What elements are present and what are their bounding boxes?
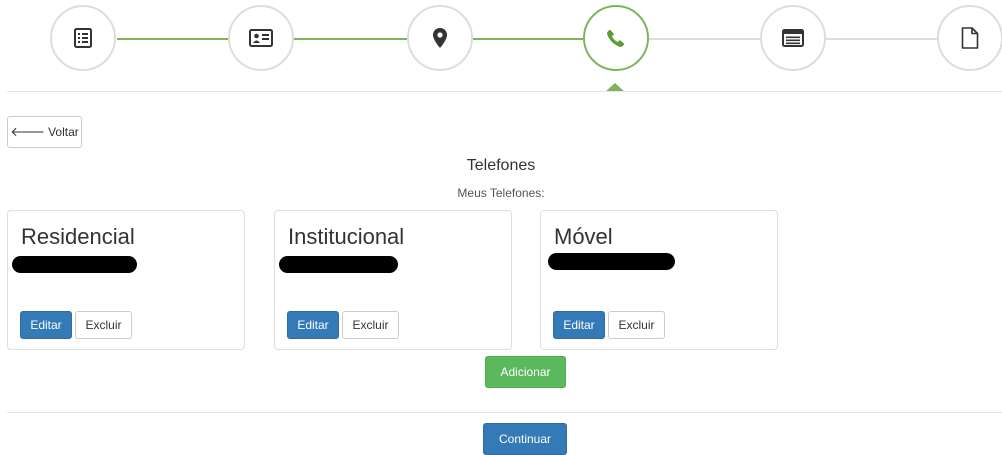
phone-card-movel: Móvel Editar Excluir [540, 210, 778, 350]
delete-button[interactable]: Excluir [342, 311, 399, 339]
phone-type: Institucional [288, 224, 405, 249]
divider [7, 412, 1002, 413]
continue-button[interactable]: Continuar [483, 423, 567, 455]
step-4[interactable] [583, 5, 649, 71]
step-3[interactable] [407, 5, 473, 71]
stepper-connector [826, 38, 937, 40]
document-icon [961, 27, 979, 49]
step-6[interactable] [937, 5, 1002, 71]
phone-type: Residencial [21, 224, 135, 249]
divider [7, 91, 1002, 92]
map-marker-icon [433, 28, 447, 48]
edit-button[interactable]: Editar [287, 311, 339, 339]
phone-number-redacted [548, 253, 675, 270]
phone-number-redacted [12, 256, 137, 273]
delete-button[interactable]: Excluir [75, 311, 132, 339]
section-subtitle: Meus Telefones: [457, 186, 545, 200]
step-2[interactable] [228, 5, 294, 71]
phone-number-redacted [279, 256, 398, 273]
back-button-label: Voltar [48, 125, 79, 139]
stepper-connector [473, 38, 583, 40]
list-icon [73, 28, 93, 48]
edit-button[interactable]: Editar [20, 311, 72, 339]
step-1[interactable] [50, 5, 116, 71]
delete-button[interactable]: Excluir [608, 311, 665, 339]
step-5[interactable] [760, 5, 826, 71]
stepper-connector [649, 38, 760, 40]
phone-type: Móvel [554, 224, 613, 249]
table-list-icon [782, 29, 804, 47]
phone-icon [607, 29, 625, 47]
wizard-stepper [0, 0, 1002, 92]
add-phone-button[interactable]: Adicionar [485, 356, 566, 388]
edit-button[interactable]: Editar [553, 311, 605, 339]
back-button[interactable]: 🡐 Voltar [7, 116, 82, 148]
stepper-connector [117, 38, 228, 40]
arrow-left-icon: 🡐 [10, 124, 46, 139]
phone-card-residencial: Residencial Editar Excluir [7, 210, 245, 350]
section-title: Telefones [466, 157, 536, 174]
phone-card-institucional: Institucional Editar Excluir [274, 210, 512, 350]
stepper-connector [294, 38, 407, 40]
id-card-icon [249, 29, 273, 47]
